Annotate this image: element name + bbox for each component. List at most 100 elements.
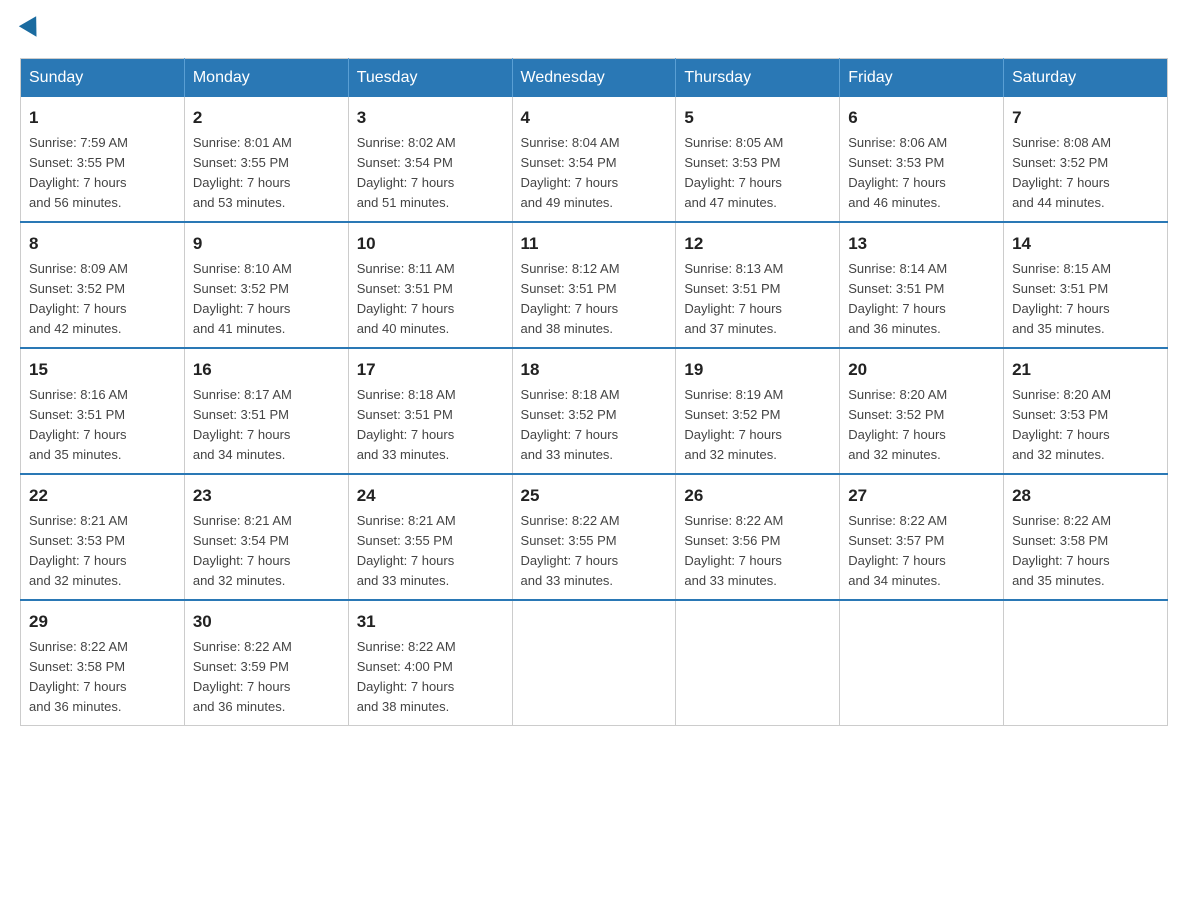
calendar-cell	[840, 600, 1004, 726]
day-number: 24	[357, 483, 504, 509]
day-info: Sunrise: 8:21 AMSunset: 3:53 PMDaylight:…	[29, 513, 128, 588]
day-number: 13	[848, 231, 995, 257]
calendar-cell: 28 Sunrise: 8:22 AMSunset: 3:58 PMDayligh…	[1004, 474, 1168, 600]
day-info: Sunrise: 8:14 AMSunset: 3:51 PMDaylight:…	[848, 261, 947, 336]
day-number: 29	[29, 609, 176, 635]
day-info: Sunrise: 8:22 AMSunset: 3:57 PMDaylight:…	[848, 513, 947, 588]
day-number: 23	[193, 483, 340, 509]
day-number: 8	[29, 231, 176, 257]
calendar-cell: 25 Sunrise: 8:22 AMSunset: 3:55 PMDayligh…	[512, 474, 676, 600]
day-info: Sunrise: 8:22 AMSunset: 3:56 PMDaylight:…	[684, 513, 783, 588]
day-number: 26	[684, 483, 831, 509]
calendar-cell: 2 Sunrise: 8:01 AMSunset: 3:55 PMDaylight…	[184, 97, 348, 222]
day-info: Sunrise: 8:06 AMSunset: 3:53 PMDaylight:…	[848, 135, 947, 210]
calendar-cell: 9Sunrise: 8:10 AMSunset: 3:52 PMDaylight…	[184, 222, 348, 348]
day-number: 15	[29, 357, 176, 383]
day-info: Sunrise: 8:18 AMSunset: 3:52 PMDaylight:…	[521, 387, 620, 462]
day-info: Sunrise: 8:16 AMSunset: 3:51 PMDaylight:…	[29, 387, 128, 462]
day-info: Sunrise: 8:21 AMSunset: 3:55 PMDaylight:…	[357, 513, 456, 588]
calendar-cell: 1 Sunrise: 7:59 AMSunset: 3:55 PMDaylight…	[21, 97, 185, 222]
day-number: 27	[848, 483, 995, 509]
day-info: Sunrise: 8:20 AMSunset: 3:52 PMDaylight:…	[848, 387, 947, 462]
calendar-cell: 13 Sunrise: 8:14 AMSunset: 3:51 PMDayligh…	[840, 222, 1004, 348]
week-row-1: 1 Sunrise: 7:59 AMSunset: 3:55 PMDaylight…	[21, 97, 1168, 222]
day-number: 14	[1012, 231, 1159, 257]
day-number: 12	[684, 231, 831, 257]
day-info: Sunrise: 8:11 AMSunset: 3:51 PMDaylight:…	[357, 261, 455, 336]
day-info: Sunrise: 8:13 AMSunset: 3:51 PMDaylight:…	[684, 261, 783, 336]
day-info: Sunrise: 8:22 AMSunset: 3:59 PMDaylight:…	[193, 639, 292, 714]
day-info: Sunrise: 8:08 AMSunset: 3:52 PMDaylight:…	[1012, 135, 1111, 210]
day-number: 18	[521, 357, 668, 383]
week-row-4: 22 Sunrise: 8:21 AMSunset: 3:53 PMDayligh…	[21, 474, 1168, 600]
day-info: Sunrise: 8:02 AMSunset: 3:54 PMDaylight:…	[357, 135, 456, 210]
header-tuesday: Tuesday	[348, 59, 512, 98]
day-number: 2	[193, 105, 340, 131]
day-info: Sunrise: 8:22 AMSunset: 3:58 PMDaylight:…	[29, 639, 128, 714]
day-info: Sunrise: 8:18 AMSunset: 3:51 PMDaylight:…	[357, 387, 456, 462]
calendar-cell: 11Sunrise: 8:12 AMSunset: 3:51 PMDayligh…	[512, 222, 676, 348]
calendar-cell	[676, 600, 840, 726]
calendar-cell: 26 Sunrise: 8:22 AMSunset: 3:56 PMDayligh…	[676, 474, 840, 600]
day-number: 17	[357, 357, 504, 383]
day-number: 28	[1012, 483, 1159, 509]
calendar-cell: 3Sunrise: 8:02 AMSunset: 3:54 PMDaylight…	[348, 97, 512, 222]
day-number: 7	[1012, 105, 1159, 131]
week-row-3: 15 Sunrise: 8:16 AMSunset: 3:51 PMDayligh…	[21, 348, 1168, 474]
day-info: Sunrise: 8:04 AMSunset: 3:54 PMDaylight:…	[521, 135, 620, 210]
day-number: 5	[684, 105, 831, 131]
calendar-cell: 5 Sunrise: 8:05 AMSunset: 3:53 PMDaylight…	[676, 97, 840, 222]
calendar-cell: 14Sunrise: 8:15 AMSunset: 3:51 PMDayligh…	[1004, 222, 1168, 348]
day-number: 9	[193, 231, 340, 257]
calendar-cell	[512, 600, 676, 726]
day-number: 10	[357, 231, 504, 257]
day-number: 21	[1012, 357, 1159, 383]
day-number: 20	[848, 357, 995, 383]
day-number: 25	[521, 483, 668, 509]
day-number: 1	[29, 105, 176, 131]
day-info: Sunrise: 8:20 AMSunset: 3:53 PMDaylight:…	[1012, 387, 1111, 462]
calendar-cell: 22 Sunrise: 8:21 AMSunset: 3:53 PMDayligh…	[21, 474, 185, 600]
day-number: 19	[684, 357, 831, 383]
week-row-2: 8Sunrise: 8:09 AMSunset: 3:52 PMDaylight…	[21, 222, 1168, 348]
calendar-cell: 31 Sunrise: 8:22 AMSunset: 4:00 PMDayligh…	[348, 600, 512, 726]
day-info: Sunrise: 8:22 AMSunset: 4:00 PMDaylight:…	[357, 639, 456, 714]
calendar-cell: 6 Sunrise: 8:06 AMSunset: 3:53 PMDaylight…	[840, 97, 1004, 222]
day-number: 16	[193, 357, 340, 383]
calendar-cell: 8Sunrise: 8:09 AMSunset: 3:52 PMDaylight…	[21, 222, 185, 348]
week-row-5: 29 Sunrise: 8:22 AMSunset: 3:58 PMDayligh…	[21, 600, 1168, 726]
day-info: Sunrise: 7:59 AMSunset: 3:55 PMDaylight:…	[29, 135, 128, 210]
day-number: 31	[357, 609, 504, 635]
calendar-cell: 7 Sunrise: 8:08 AMSunset: 3:52 PMDaylight…	[1004, 97, 1168, 222]
day-info: Sunrise: 8:22 AMSunset: 3:55 PMDaylight:…	[521, 513, 620, 588]
calendar-cell: 15 Sunrise: 8:16 AMSunset: 3:51 PMDayligh…	[21, 348, 185, 474]
calendar-cell: 16 Sunrise: 8:17 AMSunset: 3:51 PMDayligh…	[184, 348, 348, 474]
day-number: 30	[193, 609, 340, 635]
calendar-cell: 20 Sunrise: 8:20 AMSunset: 3:52 PMDayligh…	[840, 348, 1004, 474]
calendar-cell: 19 Sunrise: 8:19 AMSunset: 3:52 PMDayligh…	[676, 348, 840, 474]
calendar-cell: 23 Sunrise: 8:21 AMSunset: 3:54 PMDayligh…	[184, 474, 348, 600]
day-number: 11	[521, 231, 668, 257]
calendar-cell: 27 Sunrise: 8:22 AMSunset: 3:57 PMDayligh…	[840, 474, 1004, 600]
calendar-cell: 24 Sunrise: 8:21 AMSunset: 3:55 PMDayligh…	[348, 474, 512, 600]
calendar-cell	[1004, 600, 1168, 726]
page-header	[20, 20, 1168, 38]
day-info: Sunrise: 8:17 AMSunset: 3:51 PMDaylight:…	[193, 387, 292, 462]
header-wednesday: Wednesday	[512, 59, 676, 98]
day-info: Sunrise: 8:21 AMSunset: 3:54 PMDaylight:…	[193, 513, 292, 588]
calendar-cell: 17 Sunrise: 8:18 AMSunset: 3:51 PMDayligh…	[348, 348, 512, 474]
day-info: Sunrise: 8:19 AMSunset: 3:52 PMDaylight:…	[684, 387, 783, 462]
day-number: 22	[29, 483, 176, 509]
day-info: Sunrise: 8:22 AMSunset: 3:58 PMDaylight:…	[1012, 513, 1111, 588]
calendar-cell: 18 Sunrise: 8:18 AMSunset: 3:52 PMDayligh…	[512, 348, 676, 474]
calendar-table: SundayMondayTuesdayWednesdayThursdayFrid…	[20, 58, 1168, 726]
calendar-cell: 12 Sunrise: 8:13 AMSunset: 3:51 PMDayligh…	[676, 222, 840, 348]
day-number: 6	[848, 105, 995, 131]
logo-arrow-icon	[19, 16, 45, 42]
day-info: Sunrise: 8:01 AMSunset: 3:55 PMDaylight:…	[193, 135, 292, 210]
day-number: 4	[521, 105, 668, 131]
day-info: Sunrise: 8:05 AMSunset: 3:53 PMDaylight:…	[684, 135, 783, 210]
header-monday: Monday	[184, 59, 348, 98]
calendar-cell: 30 Sunrise: 8:22 AMSunset: 3:59 PMDayligh…	[184, 600, 348, 726]
header-sunday: Sunday	[21, 59, 185, 98]
